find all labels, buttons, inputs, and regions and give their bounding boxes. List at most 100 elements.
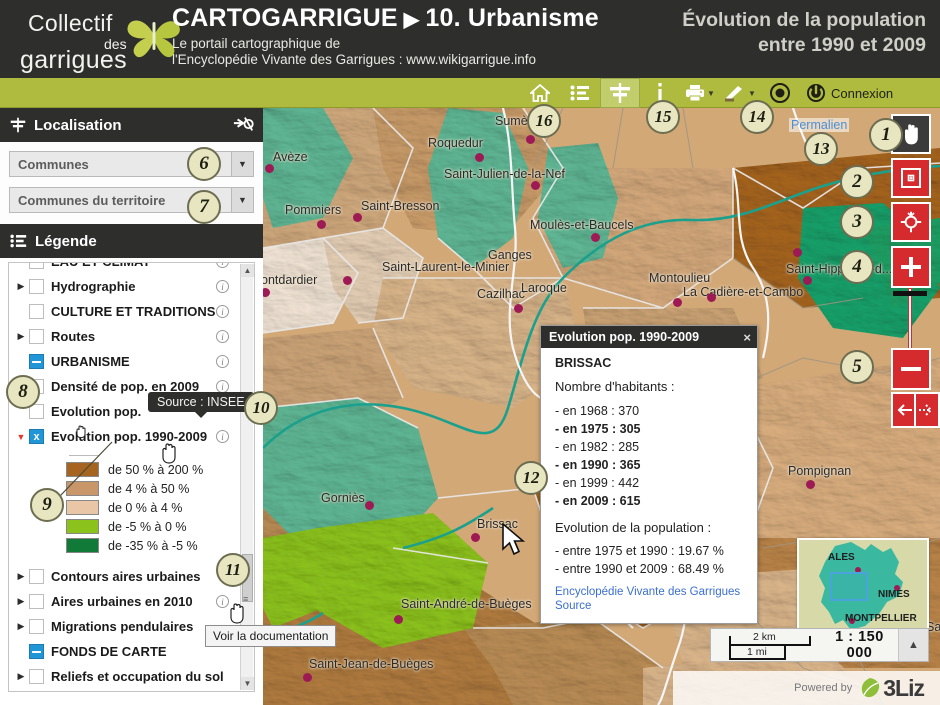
page-title: CARTOGARRIGUE ▶ 10. Urbanisme bbox=[172, 4, 599, 33]
subtitle-line-2: l'Encyclopédie Vivante des Garrigues : w… bbox=[172, 52, 537, 67]
scale-graphic: 2 km 1 mi bbox=[721, 631, 821, 660]
layer-checkbox[interactable] bbox=[29, 304, 44, 319]
info-icon[interactable]: i bbox=[216, 263, 229, 268]
overview-extent-rectangle[interactable] bbox=[830, 572, 868, 601]
scale-line-mi bbox=[729, 658, 786, 660]
twisty-icon[interactable]: ▶ bbox=[13, 571, 29, 582]
legend-row-aires-urbaines-2010[interactable]: ▶ Aires urbaines en 2010 i bbox=[9, 589, 241, 614]
power-icon bbox=[807, 84, 825, 102]
scroll-down-icon[interactable]: ▼ bbox=[241, 677, 254, 690]
twisty-icon[interactable]: ▶ bbox=[13, 621, 29, 632]
legend-row-label: EAU ET CLIMAT bbox=[51, 263, 216, 269]
legend-row-reliefs-occupation-sol[interactable]: ▶ Reliefs et occupation du sol bbox=[9, 664, 241, 689]
next-extent-button[interactable] bbox=[914, 392, 940, 428]
group-collapse-checkbox[interactable] bbox=[29, 644, 44, 659]
twisty-icon[interactable]: ▶ bbox=[13, 331, 29, 342]
map-label: Montoulieu bbox=[649, 271, 711, 285]
map-label: Roquedur bbox=[428, 136, 483, 150]
twisty-icon[interactable]: ▶ bbox=[13, 281, 29, 292]
scale-mi-label: 1 mi bbox=[747, 646, 767, 658]
zoom-box-button[interactable] bbox=[891, 158, 931, 198]
badge-13: 13 bbox=[804, 132, 838, 166]
scale-tick-left bbox=[729, 636, 731, 658]
permalien-link[interactable]: Permalien bbox=[789, 118, 850, 132]
legend-swatch bbox=[66, 519, 99, 534]
legend-row-label: Contours aires urbaines bbox=[51, 569, 201, 584]
chevron-down-icon: ▼ bbox=[748, 88, 756, 98]
clear-localisation-icon[interactable] bbox=[233, 114, 255, 138]
zoom-extent-button[interactable] bbox=[891, 202, 931, 242]
layer-checkbox[interactable] bbox=[29, 619, 44, 634]
legend-swatch-label: de -35 % à -5 % bbox=[108, 538, 198, 553]
zoom-out-button[interactable] bbox=[891, 348, 931, 390]
legend-row-reliefs[interactable]: ▶ x Reliefs bbox=[9, 689, 241, 691]
legend-row-contours-aires-urbaines[interactable]: ▶ Contours aires urbaines bbox=[9, 564, 241, 589]
scroll-up-icon[interactable]: ▲ bbox=[241, 264, 254, 277]
chevron-down-icon[interactable]: ▼ bbox=[231, 188, 253, 212]
map-label: Saint-Laurent-le-Minier bbox=[382, 260, 510, 274]
badge-2: 2 bbox=[840, 165, 874, 199]
legend-row-routes[interactable]: ▶ Routes i bbox=[9, 324, 241, 349]
scale-collapse-button[interactable]: ▲ bbox=[898, 629, 928, 661]
layer-checkbox[interactable] bbox=[29, 569, 44, 584]
layer-checkbox[interactable] bbox=[29, 669, 44, 684]
legend-row-urbanisme[interactable]: ▶ URBANISME i bbox=[9, 349, 241, 374]
zoom-slider-handle[interactable] bbox=[893, 291, 927, 296]
badge-8: 8 bbox=[6, 375, 40, 409]
scale-line-km bbox=[729, 644, 811, 646]
logo-line-3: garrigues bbox=[20, 46, 127, 74]
legend-panel-header: Légende bbox=[0, 224, 263, 258]
layer-checkbox[interactable] bbox=[29, 263, 44, 269]
layer-checkbox[interactable] bbox=[29, 329, 44, 344]
popup-evolution-item: - entre 1975 et 1990 : 19.67 % bbox=[555, 544, 724, 558]
powered-by-text: Powered by bbox=[794, 682, 853, 694]
feature-popup[interactable]: Evolution pop. 1990-2009 × BRISSAC Nombr… bbox=[540, 325, 758, 624]
legend-row-hydrographie[interactable]: ▶ Hydrographie i bbox=[9, 274, 241, 299]
connexion-label: Connexion bbox=[831, 85, 894, 101]
popup-section-habitants: Nombre d'habitants : bbox=[555, 379, 675, 394]
logo-line-1: Collectif bbox=[28, 10, 113, 36]
info-icon[interactable]: i bbox=[216, 305, 229, 318]
popup-link-encyclopedie[interactable]: Encyclopédie Vivante des Garrigues bbox=[555, 585, 747, 599]
chevron-down-icon[interactable]: ▼ bbox=[231, 152, 253, 176]
map-label: Pompignan bbox=[788, 464, 852, 478]
info-icon[interactable]: i bbox=[216, 430, 229, 443]
map-label: Moulès-et-Baucels bbox=[530, 218, 634, 232]
legend-row-culture-et-traditions[interactable]: ▶ CULTURE ET TRADITIONS i bbox=[9, 299, 241, 324]
info-icon[interactable]: i bbox=[216, 280, 229, 293]
popup-habitants-item: - en 2009 : 615 bbox=[555, 494, 641, 508]
connexion-button[interactable]: Connexion bbox=[806, 78, 893, 108]
overview-map[interactable]: ALES NIMES MONTPELLIER bbox=[797, 538, 929, 636]
popup-link-source[interactable]: Source bbox=[555, 599, 747, 613]
badge-12: 12 bbox=[514, 461, 548, 495]
app-header: Collectif des garrigues CARTOGARRIGUE ▶ 10… bbox=[0, 0, 940, 78]
hand-cursor-small bbox=[76, 425, 86, 438]
twisty-icon[interactable]: ▶ bbox=[13, 671, 29, 682]
twisty-icon[interactable]: ▼ bbox=[13, 432, 29, 442]
layer-checkbox[interactable] bbox=[29, 279, 44, 294]
map-theme-line-1: Évolution de la population bbox=[682, 9, 926, 31]
map-label: Saint-André-de-Buèges bbox=[401, 597, 532, 611]
target-icon bbox=[770, 83, 790, 103]
legend-row-evolution-pop-1990-2009[interactable]: ▼ x Evolution pop. 1990-2009 i bbox=[9, 424, 241, 449]
close-icon[interactable]: × bbox=[743, 331, 751, 344]
title-separator-icon: ▶ bbox=[403, 9, 420, 31]
zoom-in-button[interactable] bbox=[891, 246, 931, 288]
crosshair-icon bbox=[900, 211, 922, 233]
legend-row-eau-et-climat[interactable]: ▶ EAU ET CLIMAT i bbox=[9, 263, 241, 274]
layer-checkbox[interactable] bbox=[29, 594, 44, 609]
info-icon[interactable]: i bbox=[216, 330, 229, 343]
print-button[interactable]: ▼ bbox=[680, 78, 720, 108]
popup-habitants-item: - en 1968 : 370 bbox=[555, 404, 640, 418]
popup-habitants-item: - en 1990 : 365 bbox=[555, 458, 641, 472]
twisty-icon[interactable]: ▶ bbox=[13, 596, 29, 607]
localisation-button[interactable] bbox=[600, 78, 640, 108]
print-icon bbox=[686, 85, 705, 102]
map-label: Cazilhac bbox=[477, 287, 525, 301]
legend-button[interactable] bbox=[560, 78, 600, 108]
arrow-left-icon bbox=[897, 404, 912, 416]
localisation-title: Localisation bbox=[34, 116, 122, 134]
layer-checkbox[interactable]: x bbox=[29, 429, 44, 444]
group-collapse-checkbox[interactable] bbox=[29, 354, 44, 369]
info-icon[interactable]: i bbox=[216, 355, 229, 368]
